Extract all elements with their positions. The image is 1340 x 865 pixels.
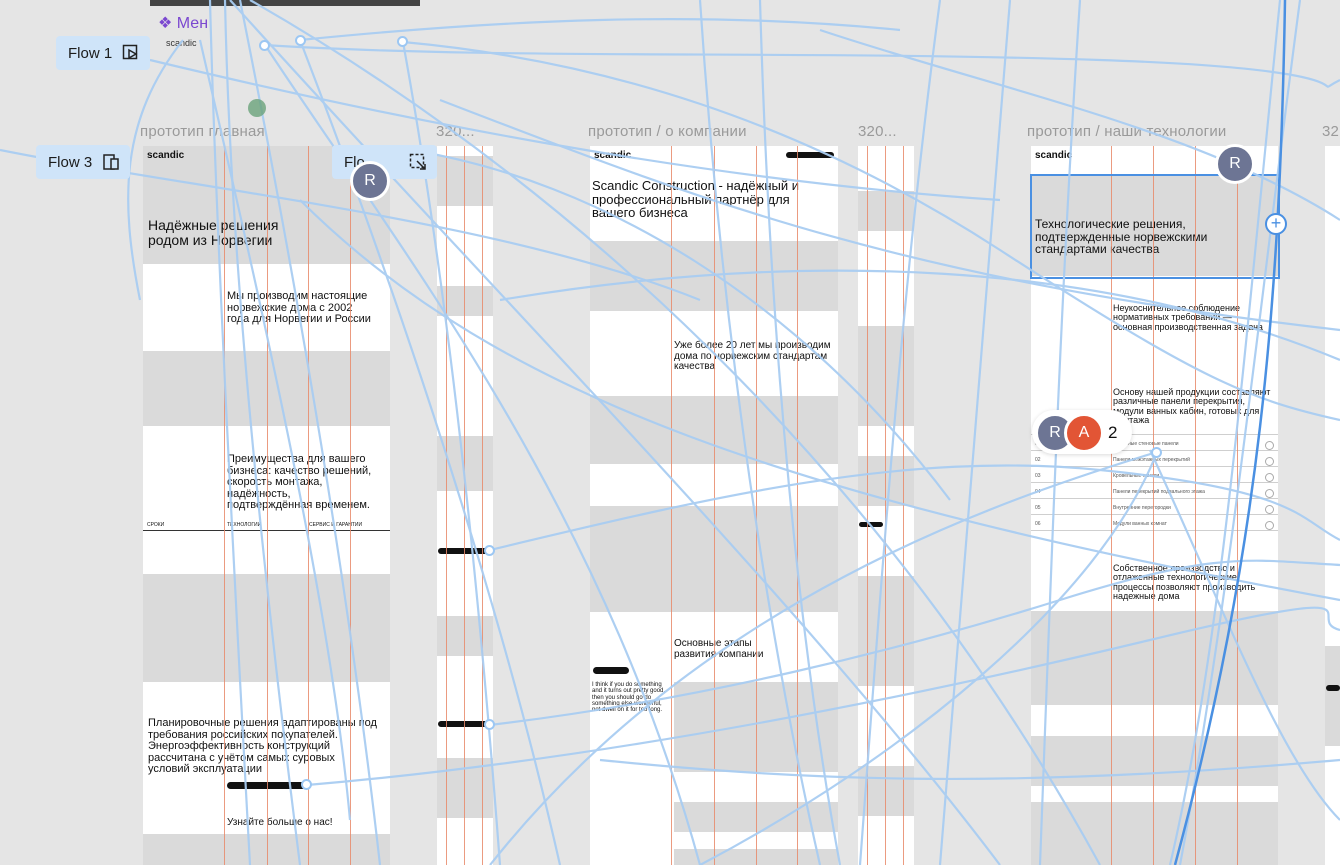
grid-guide: [482, 146, 483, 865]
expand-icon[interactable]: [1265, 489, 1274, 498]
grid-guide: [867, 146, 868, 865]
section-heading-3: Планировочные решения адаптированы под т…: [148, 717, 377, 776]
frame-label-main-mobile[interactable]: 320...: [436, 123, 475, 140]
section-heading-4: Узнайте больше о нас!: [227, 817, 333, 828]
list-item[interactable]: Панели межэтажных перекрытий: [1113, 457, 1190, 463]
frame-label-main[interactable]: прототип главная: [140, 123, 265, 140]
frame-main-mobile[interactable]: [437, 146, 493, 865]
link-node[interactable]: [259, 40, 270, 51]
brand-logo: scandic: [147, 150, 185, 161]
frame-label-tech[interactable]: прототип / наши технологии: [1027, 123, 1226, 140]
frame-tech-mobile[interactable]: [1325, 146, 1340, 865]
flow-3-label[interactable]: Flow 3: [36, 145, 131, 179]
quote-text: I think if you do something and it turns…: [592, 682, 666, 714]
grid-guide: [714, 146, 715, 865]
frame-label-about-mobile[interactable]: 320...: [858, 123, 897, 140]
frame-label-tech-mobile[interactable]: 32: [1322, 123, 1339, 140]
frame-about[interactable]: scandic Scandic Construction - надёжный …: [590, 146, 838, 865]
list-item[interactable]: Внутренние перегородки: [1113, 505, 1171, 511]
col-label-1: СРОКИ: [147, 522, 165, 528]
list-number: 04: [1035, 489, 1041, 495]
resize-icon[interactable]: [409, 153, 427, 171]
section-heading-3: Собственное производство и отлаженные те…: [1113, 563, 1256, 602]
link-node[interactable]: [397, 36, 408, 47]
link-node[interactable]: [484, 719, 495, 730]
section-heading-1: Мы производим настоящие норвежские дома …: [227, 290, 371, 326]
expand-icon[interactable]: [1265, 521, 1274, 530]
list-item[interactable]: Модули ванных комнат: [1113, 521, 1167, 527]
link-node[interactable]: [484, 545, 495, 556]
col-label-2: ТЕХНОЛОГИИ: [227, 522, 262, 528]
status-dot-icon: [248, 99, 266, 117]
link-node[interactable]: [1151, 447, 1162, 458]
expand-icon[interactable]: [1265, 457, 1274, 466]
grid-guide: [671, 146, 672, 865]
link-node[interactable]: [295, 35, 306, 46]
grid-guide: [903, 146, 904, 865]
list-number: 06: [1035, 521, 1041, 527]
list-number: 05: [1035, 505, 1041, 511]
section-heading-2: Преимущества для вашего бизнеса: качеств…: [227, 453, 372, 512]
grid-guide: [224, 146, 225, 865]
flow-1-label[interactable]: Flow 1: [56, 36, 151, 70]
grid-guide: [350, 146, 351, 865]
list-number: 02: [1035, 457, 1041, 463]
grid-guide: [308, 146, 309, 865]
menu-label[interactable]: ❖ Мен: [158, 13, 208, 33]
expand-icon[interactable]: [1265, 441, 1274, 450]
frame-label-about[interactable]: прототип / о компании: [588, 123, 747, 140]
mobile-block: [1325, 646, 1340, 746]
header-button[interactable]: [786, 152, 834, 158]
grid-guide: [446, 146, 447, 865]
collaborator-avatar[interactable]: R: [1215, 144, 1255, 184]
image-block: [1031, 611, 1278, 705]
frame-about-mobile[interactable]: [858, 146, 914, 865]
section-heading-1: Неукоснительное соблюдение нормативных т…: [1113, 303, 1263, 332]
grid-guide: [756, 146, 757, 865]
comment-count: 2: [1108, 423, 1118, 442]
frame-main[interactable]: scandic Надёжные решения родом из Норвег…: [143, 146, 390, 865]
image-block: [1031, 736, 1278, 786]
flow-1-text: Flow 1: [68, 44, 113, 62]
mobile-button[interactable]: [1326, 685, 1340, 691]
list-item[interactable]: Панели перекрытий подвального этажа: [1113, 489, 1205, 495]
hero-heading: Scandic Construction - надёжный и профес…: [592, 178, 799, 221]
section-heading-1: Уже более 20 лет мы производим дома по н…: [674, 340, 831, 372]
collaborator-avatar[interactable]: A: [1064, 413, 1104, 453]
top-brand: scandic: [166, 38, 197, 48]
top-frame-fragment: [150, 0, 420, 6]
mobile-button[interactable]: [859, 522, 883, 527]
flow-3-text: Flow 3: [48, 153, 93, 171]
expand-icon[interactable]: [1265, 473, 1274, 482]
brand-logo: scandic: [594, 150, 632, 161]
grid-guide: [464, 146, 465, 865]
device-icon[interactable]: [102, 153, 120, 171]
section-heading-2: Основу нашей продукции составляют различ…: [1113, 387, 1271, 426]
grid-guide: [885, 146, 886, 865]
grid-guide: [797, 146, 798, 865]
design-canvas[interactable]: ❖ Мен scandic прототип главная 320... пр…: [0, 0, 1340, 865]
list-number: 03: [1035, 473, 1041, 479]
collaborator-avatar[interactable]: R: [350, 161, 390, 201]
section-heading-2: Основные этапы развития компании: [674, 638, 764, 660]
timeline-active-tab[interactable]: [593, 667, 629, 674]
hero-heading: Надёжные решения родом из Норвегии: [148, 217, 279, 248]
expand-icon[interactable]: [1265, 505, 1274, 514]
selection-box[interactable]: [1030, 174, 1280, 279]
brand-logo: scandic: [1035, 150, 1073, 161]
image-block: [1031, 802, 1278, 865]
grid-guide: [267, 146, 268, 865]
play-icon[interactable]: [122, 44, 140, 62]
add-link-icon[interactable]: +: [1265, 213, 1287, 235]
col-label-3: СЕРВИС И ГАРАНТИИ: [309, 522, 363, 528]
link-node[interactable]: [301, 779, 312, 790]
